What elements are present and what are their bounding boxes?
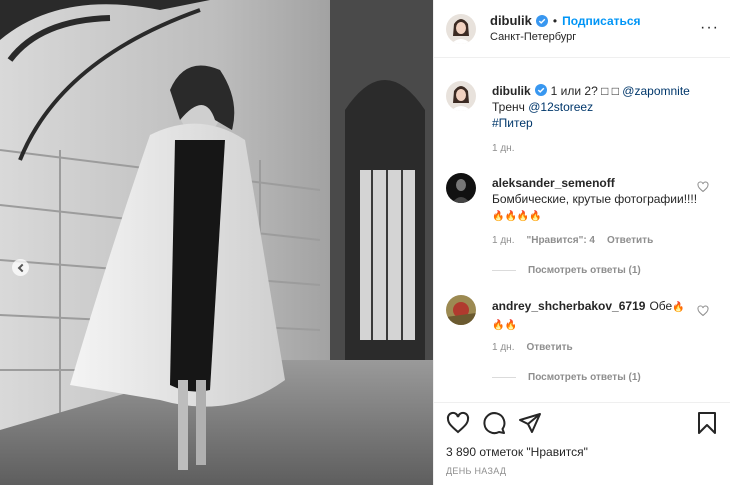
post-header: dibulik • Подписаться Санкт-Петербург ··… [434,0,730,58]
author-username[interactable]: dibulik [490,13,532,29]
comment-time[interactable]: 1 дн. [492,342,514,353]
caption-avatar[interactable] [446,81,476,111]
caption-emoji: □ □ [601,84,619,98]
comments-list: dibulik 1 или 2? □ □ @zapomnite Тренч @12… [434,59,730,401]
caption-username[interactable]: dibulik [492,84,531,98]
follow-button[interactable]: Подписаться [562,13,640,29]
comment-emoji: 🔥🔥 [492,320,517,331]
comment-emoji: 🔥🔥🔥🔥 [492,211,542,222]
comment-avatar[interactable] [446,295,476,325]
comment-meta: 1 дн. "Нравится": 4 Ответить [492,235,653,246]
bookmark-icon[interactable] [695,411,719,435]
comment-username[interactable]: andrey_shcherbakov_6719 [492,299,645,313]
replies-divider [492,270,516,271]
post-actions: 3 890 отметок "Нравится" ДЕНЬ НАЗАД [434,402,730,485]
view-replies-button[interactable]: Посмотреть ответы (1) [492,265,641,276]
comment-icon[interactable] [482,411,506,435]
chevron-left-icon[interactable] [12,259,29,276]
caption-text-trench: Тренч [492,100,529,114]
caption-mention-zapomnite[interactable]: @zapomnite [622,84,690,98]
caption-hashtag[interactable]: #Питер [492,116,533,130]
comment-1: aleksander_semenoff Бомбические, крутые … [492,175,700,225]
heart-icon[interactable] [446,411,470,435]
comment-emoji: 🔥 [672,302,685,313]
photo-image [0,0,433,485]
comment-text: Обе [649,299,673,313]
reply-button[interactable]: Ответить [526,342,572,353]
verified-badge-icon [534,84,547,96]
comment-2: andrey_shcherbakov_6719 Обе🔥 🔥🔥 [492,298,700,334]
caption-meta: 1 дн. [492,143,514,154]
post-photo[interactable] [0,0,433,485]
post-date[interactable]: ДЕНЬ НАЗАД [446,466,506,476]
replies-divider [492,377,516,378]
caption-text: 1 или 2? [550,84,602,98]
caption-time[interactable]: 1 дн. [492,143,514,154]
view-replies-label: Посмотреть ответы (1) [528,265,641,276]
post-sidebar: dibulik • Подписаться Санкт-Петербург ··… [433,0,730,485]
more-options-icon[interactable]: ··· [700,20,719,36]
likes-count[interactable]: 3 890 отметок "Нравится" [446,445,588,459]
view-replies-label: Посмотреть ответы (1) [528,372,641,383]
comment-username[interactable]: aleksander_semenoff [492,176,615,190]
caption-mention-12storeez[interactable]: @12storeez [528,100,593,114]
comment-likes[interactable]: "Нравится": 4 [526,235,595,246]
caption: dibulik 1 или 2? □ □ @zapomnite Тренч @12… [492,83,714,131]
comment-avatar[interactable] [446,173,476,203]
comment-heart-icon[interactable] [697,181,709,193]
avatar[interactable] [446,13,476,44]
paper-plane-icon[interactable] [518,411,542,435]
instagram-post: dibulik • Подписаться Санкт-Петербург ··… [0,0,730,485]
comment-text: Бомбические, крутые фотографии!!!! [492,192,698,206]
comment-meta: 1 дн. Ответить [492,342,573,353]
view-replies-button[interactable]: Посмотреть ответы (1) [492,372,641,383]
verified-badge-icon [535,14,548,27]
comment-heart-icon[interactable] [697,305,709,317]
comment-time[interactable]: 1 дн. [492,235,514,246]
separator-dot: • [552,13,558,28]
reply-button[interactable]: Ответить [607,235,653,246]
post-location[interactable]: Санкт-Петербург [490,29,641,45]
